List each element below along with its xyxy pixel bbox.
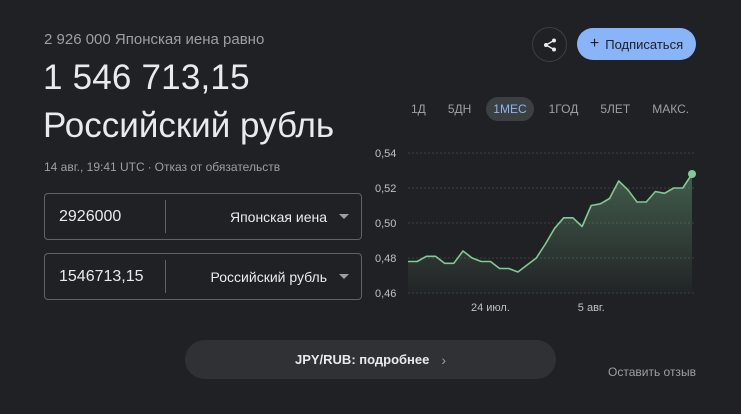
range-tab-2[interactable]: 1МЕС [486,97,534,121]
meta-line: 14 авг., 19:41 UTC · Отказ от обязательств [44,160,280,174]
y-tick-label: 0,46 [375,288,396,300]
range-tab-5[interactable]: МАКС. [645,97,696,121]
subscribe-button[interactable]: + Подписаться [577,28,696,60]
dropdown-caret-icon [339,214,349,219]
x-tick-label: 24 июл. [471,302,510,314]
timestamp: 14 авг., 19:41 UTC [44,160,145,174]
range-tab-0[interactable]: 1Д [404,97,433,121]
meta-separator: · [147,160,152,174]
time-range-tabs: 1Д 5ДН 1МЕС 1ГОД 5ЛЕТ МАКС. [404,97,704,121]
share-icon [543,38,556,51]
disclaimer-link[interactable]: Отказ от обязательств [155,160,280,174]
to-converter-row: Российский рубль [44,253,362,300]
conversion-subtitle: 2 926 000 Японская иена равно [44,31,265,48]
feedback-link[interactable]: Оставить отзыв [608,365,696,379]
from-currency-select[interactable]: Японская иена [166,209,361,225]
range-tab-3[interactable]: 1ГОД [542,97,586,121]
dropdown-caret-icon [339,274,349,279]
plus-icon: + [589,35,600,52]
exchange-rate-chart: 0,54 0,52 0,50 0,48 0,46 24 июл. 5 авг. [375,148,696,314]
to-currency-select[interactable]: Российский рубль [166,269,361,285]
more-details-label: JPY/RUB: подробнее [294,352,430,367]
chart-last-point [688,170,696,178]
more-details-button[interactable]: JPY/RUB: подробнее › [185,340,556,379]
y-tick-label: 0,52 [375,183,396,195]
from-amount-input[interactable] [45,194,165,239]
result-value: 1 546 713,15 [43,58,250,97]
to-amount-input[interactable] [45,254,165,299]
range-tab-4[interactable]: 5ЛЕТ [593,97,637,121]
from-converter-row: Японская иена [44,193,362,240]
y-tick-label: 0,50 [375,218,396,230]
from-currency-label: Японская иена [229,208,327,225]
range-tab-1[interactable]: 5ДН [441,97,478,121]
y-tick-label: 0,48 [375,253,396,265]
chart-area-fill [408,174,692,293]
share-button[interactable] [532,27,567,62]
result-currency: Российский рубль [43,106,335,145]
subscribe-label: Подписаться [605,36,684,52]
chevron-right-icon: › [441,351,447,368]
to-currency-label: Российский рубль [210,268,327,285]
x-tick-label: 5 авг. [578,302,605,314]
y-tick-label: 0,54 [375,148,396,160]
